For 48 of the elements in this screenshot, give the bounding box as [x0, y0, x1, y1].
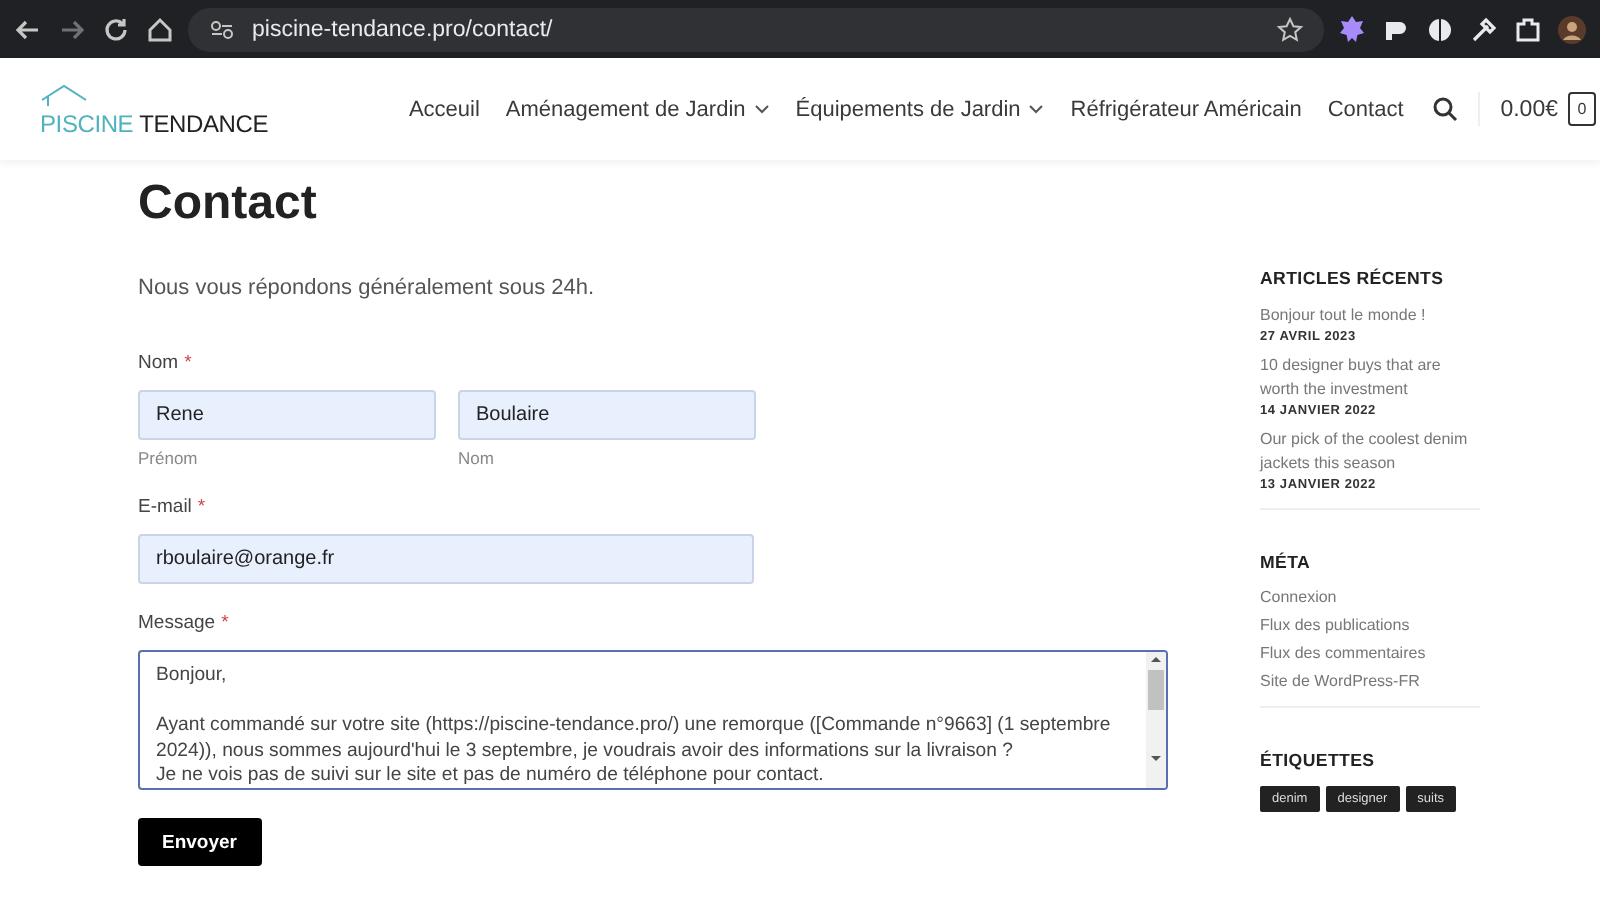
circle-icon[interactable]	[1424, 13, 1456, 45]
search-icon[interactable]	[1432, 96, 1459, 122]
required-mark: *	[197, 496, 206, 518]
intro-text: Nous vous répondons généralement sous 24h.	[138, 276, 597, 300]
nav-link[interactable]: Équipements de Jardin	[795, 97, 1045, 121]
logo-text[interactable]: TENDANCE	[139, 109, 269, 137]
required-mark: *	[221, 612, 229, 634]
avatar-icon[interactable]	[1556, 13, 1588, 45]
star-icon[interactable]	[1276, 15, 1304, 43]
site-info-icon[interactable]	[208, 15, 236, 43]
home-icon[interactable]	[144, 13, 176, 45]
meta-link[interactable]: Connexion	[1260, 588, 1480, 606]
post-link[interactable]: Our pick of the coolest denim jackets this season	[1260, 428, 1480, 476]
message-field[interactable]: Bonjour, Ayant commandé sur votre site (https://piscine-tendance.pro/) une remorque ([Commande n°9663] (1 septembre 2024)), nous sommes aujourd'hui le 3 septembre, je voudrais avoir des informations sur la livraison ? Je ne vois pas de suivi sur le site et pas de numéro de téléphone pour contact.	[138, 650, 1168, 790]
pen-icon[interactable]	[1468, 13, 1500, 45]
puzzle-icon[interactable]	[1512, 13, 1544, 45]
chevron-down-icon[interactable]	[753, 102, 770, 116]
address-bar[interactable]: piscine-tendance.pro/contact/	[188, 7, 1324, 51]
field-label: Nom	[138, 352, 179, 374]
field-label: E-mail	[138, 496, 192, 518]
page-title: Contact	[138, 176, 319, 232]
chevron-down-icon[interactable]	[1028, 102, 1045, 116]
nav-link[interactable]: Acceuil	[408, 97, 480, 121]
submit-button[interactable]: Envoyer	[138, 818, 261, 866]
widget-title: MÉTA	[1260, 552, 1313, 572]
input-field[interactable]: Boulaire	[458, 390, 756, 440]
post-link[interactable]: 10 designer buys that are worth the investment	[1260, 354, 1480, 402]
field-caption: Prénom	[138, 448, 200, 468]
cart-total[interactable]: 0.00€	[1500, 97, 1558, 121]
field-caption: Nom	[458, 448, 496, 468]
widget-title: ÉTIQUETTES	[1260, 750, 1377, 770]
reload-icon[interactable]	[100, 13, 132, 45]
house-icon	[40, 81, 88, 105]
meta-link[interactable]: Site de WordPress-FR	[1260, 672, 1480, 690]
input-field[interactable]: Rene	[138, 390, 436, 440]
meta-link[interactable]: Flux des commentaires	[1260, 644, 1480, 662]
required-mark: *	[184, 352, 192, 374]
input-field[interactable]: rboulaire@orange.fr	[138, 534, 754, 584]
widget-title: ARTICLES RÉCENTS	[1260, 268, 1446, 288]
scrollbar-icon[interactable]	[1146, 652, 1166, 788]
field-label: Message	[138, 612, 216, 634]
cart-count[interactable]: 0	[1568, 92, 1596, 126]
nav-link[interactable]: Aménagement de Jardin	[505, 97, 770, 121]
nav-link[interactable]: Contact	[1327, 97, 1404, 121]
post-link[interactable]: Bonjour tout le monde !	[1260, 304, 1480, 328]
nav-link[interactable]: Réfrigérateur Américain	[1070, 97, 1302, 121]
meta-link[interactable]: Flux des publications	[1260, 616, 1480, 634]
url-text: piscine-tendance.pro/contact/	[252, 17, 555, 41]
